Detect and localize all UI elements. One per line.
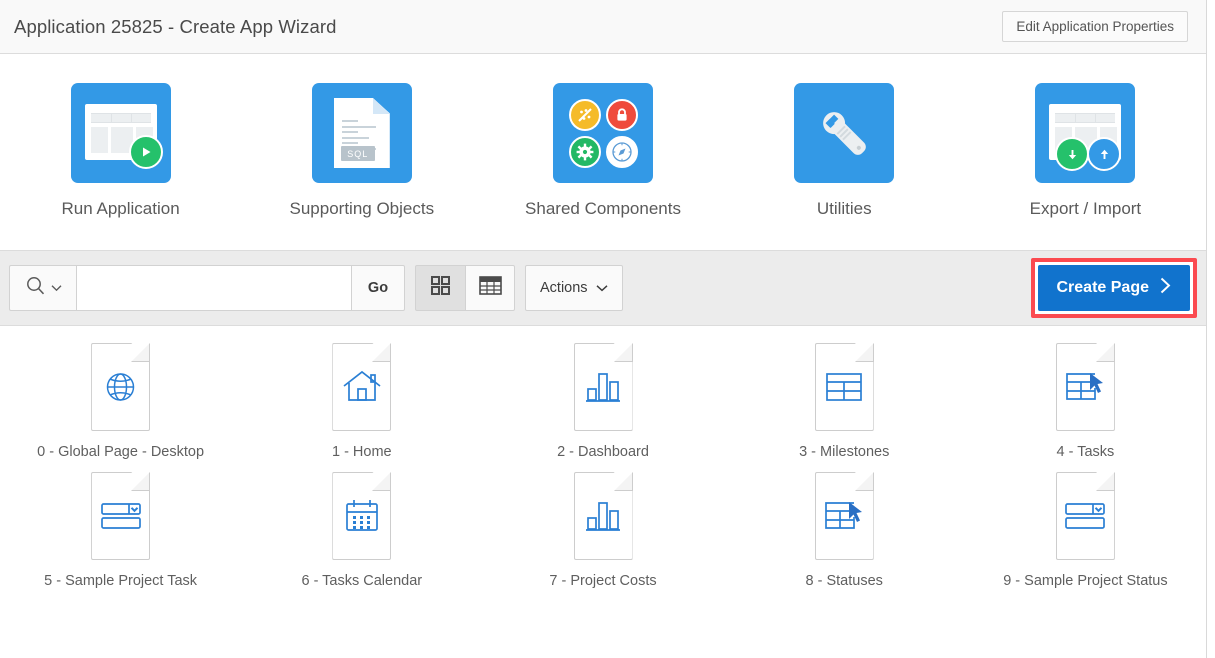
sql-tag: SQL (340, 146, 375, 161)
icon-view-icon (430, 275, 451, 301)
page-card-7[interactable]: 7 - Project Costs (482, 472, 723, 601)
chevron-right-icon (1160, 277, 1171, 299)
interactive-grid-icon (815, 500, 874, 532)
bar-chart-icon (574, 499, 633, 533)
actions-label: Actions (540, 280, 588, 296)
search-go-button[interactable]: Go (351, 265, 405, 311)
globe-icon (91, 369, 150, 406)
search-column-selector-button[interactable] (9, 265, 76, 311)
page-label: 3 - Milestones (799, 444, 890, 460)
download-badge-icon (1055, 137, 1090, 171)
page-document-icon (91, 343, 151, 431)
tile-label: Utilities (816, 199, 872, 218)
bar-chart-icon (574, 370, 633, 404)
create-page-button[interactable]: Create Page (1037, 265, 1190, 311)
page-label: 6 - Tasks Calendar (301, 573, 423, 589)
play-badge-icon (128, 135, 163, 169)
search-input[interactable] (76, 265, 351, 311)
application-tools-strip: Run Application SQL Supporting Objects S… (0, 54, 1206, 250)
page-label: 1 - Home (331, 444, 392, 460)
page-card-2[interactable]: 2 - Dashboard (482, 343, 723, 472)
pages-row: 5 - Sample Project Task 6 - Tasks Calend… (0, 472, 1206, 601)
home-icon (332, 370, 391, 404)
app-header: Application 25825 - Create App Wizard Ed… (0, 0, 1206, 54)
interactive-grid-icon (1056, 371, 1115, 403)
page-card-8[interactable]: 8 - Statuses (724, 472, 965, 601)
page-document-icon (91, 472, 151, 560)
page-label: 4 - Tasks (1056, 444, 1115, 460)
page-document-icon (332, 472, 392, 560)
export-import-icon (1035, 83, 1136, 183)
tile-label: Export / Import (1029, 199, 1142, 218)
edit-application-properties-button[interactable]: Edit Application Properties (1002, 11, 1188, 42)
utilities-wrench-icon (794, 83, 895, 183)
page-card-9[interactable]: 9 - Sample Project Status (965, 472, 1206, 601)
search-field-group: Go (9, 265, 405, 311)
page-document-icon (332, 343, 392, 431)
window-right-gutter (1207, 0, 1215, 658)
tile-run-application[interactable]: Run Application (0, 83, 241, 219)
page-card-4[interactable]: 4 - Tasks (965, 343, 1206, 472)
page-label: 8 - Statuses (805, 573, 883, 589)
upload-badge-icon (1087, 137, 1122, 171)
page-card-5[interactable]: 5 - Sample Project Task (0, 472, 241, 601)
page-title: Application 25825 - Create App Wizard (14, 15, 337, 37)
page-card-6[interactable]: 6 - Tasks Calendar (241, 472, 482, 601)
report-view-icon (478, 276, 502, 300)
page-document-icon (573, 343, 633, 431)
page-label: 9 - Sample Project Status (1003, 573, 1168, 589)
create-page-label: Create Page (1056, 279, 1150, 296)
pages-toolbar: Go Actions Create Page (0, 250, 1206, 326)
page-card-3[interactable]: 3 - Milestones (724, 343, 965, 472)
page-label: 7 - Project Costs (549, 573, 657, 589)
page-document-icon (814, 343, 874, 431)
supporting-objects-icon: SQL (311, 83, 412, 183)
page-document-icon (1055, 472, 1115, 560)
form-icon (1056, 502, 1115, 530)
lock-circle-icon (605, 98, 638, 131)
tile-label: Run Application (61, 199, 180, 218)
icon-view-button[interactable] (415, 265, 465, 311)
chevron-down-icon (596, 280, 608, 296)
page-document-icon (1055, 343, 1115, 431)
tile-supporting-objects[interactable]: SQL Supporting Objects (241, 83, 482, 219)
gear-circle-icon (568, 135, 601, 168)
page-label: 0 - Global Page - Desktop (37, 444, 205, 460)
magnifier-icon (25, 275, 46, 301)
table-grid-icon (815, 372, 874, 402)
window-right-edge (1206, 0, 1207, 658)
page-card-0[interactable]: 0 - Global Page - Desktop (0, 343, 241, 472)
calendar-icon (332, 498, 391, 534)
run-application-icon (70, 83, 171, 183)
page-document-icon (573, 472, 633, 560)
page-label: 5 - Sample Project Task (44, 573, 198, 589)
tile-shared-components[interactable]: Shared Components (482, 83, 723, 219)
tile-utilities[interactable]: Utilities (724, 83, 965, 219)
pages-grid: 0 - Global Page - Desktop 1 - Home 2 - D… (0, 326, 1206, 601)
page-document-icon (814, 472, 874, 560)
shared-components-icon (553, 83, 653, 183)
create-page-highlight-annotation: Create Page (1030, 258, 1197, 318)
report-view-button[interactable] (465, 265, 515, 311)
tile-export-import[interactable]: Export / Import (965, 83, 1206, 219)
compass-circle-icon (605, 135, 638, 168)
chevron-down-icon (51, 279, 62, 297)
pages-row: 0 - Global Page - Desktop 1 - Home 2 - D… (0, 343, 1206, 472)
actions-menu-button[interactable]: Actions (525, 265, 623, 311)
tile-label: Supporting Objects (289, 199, 435, 218)
view-toggle-group (415, 265, 515, 311)
page-card-1[interactable]: 1 - Home (241, 343, 482, 472)
page-label: 2 - Dashboard (557, 444, 649, 460)
palette-circle-icon (568, 98, 601, 131)
tile-label: Shared Components (525, 199, 681, 218)
form-icon (91, 502, 150, 530)
